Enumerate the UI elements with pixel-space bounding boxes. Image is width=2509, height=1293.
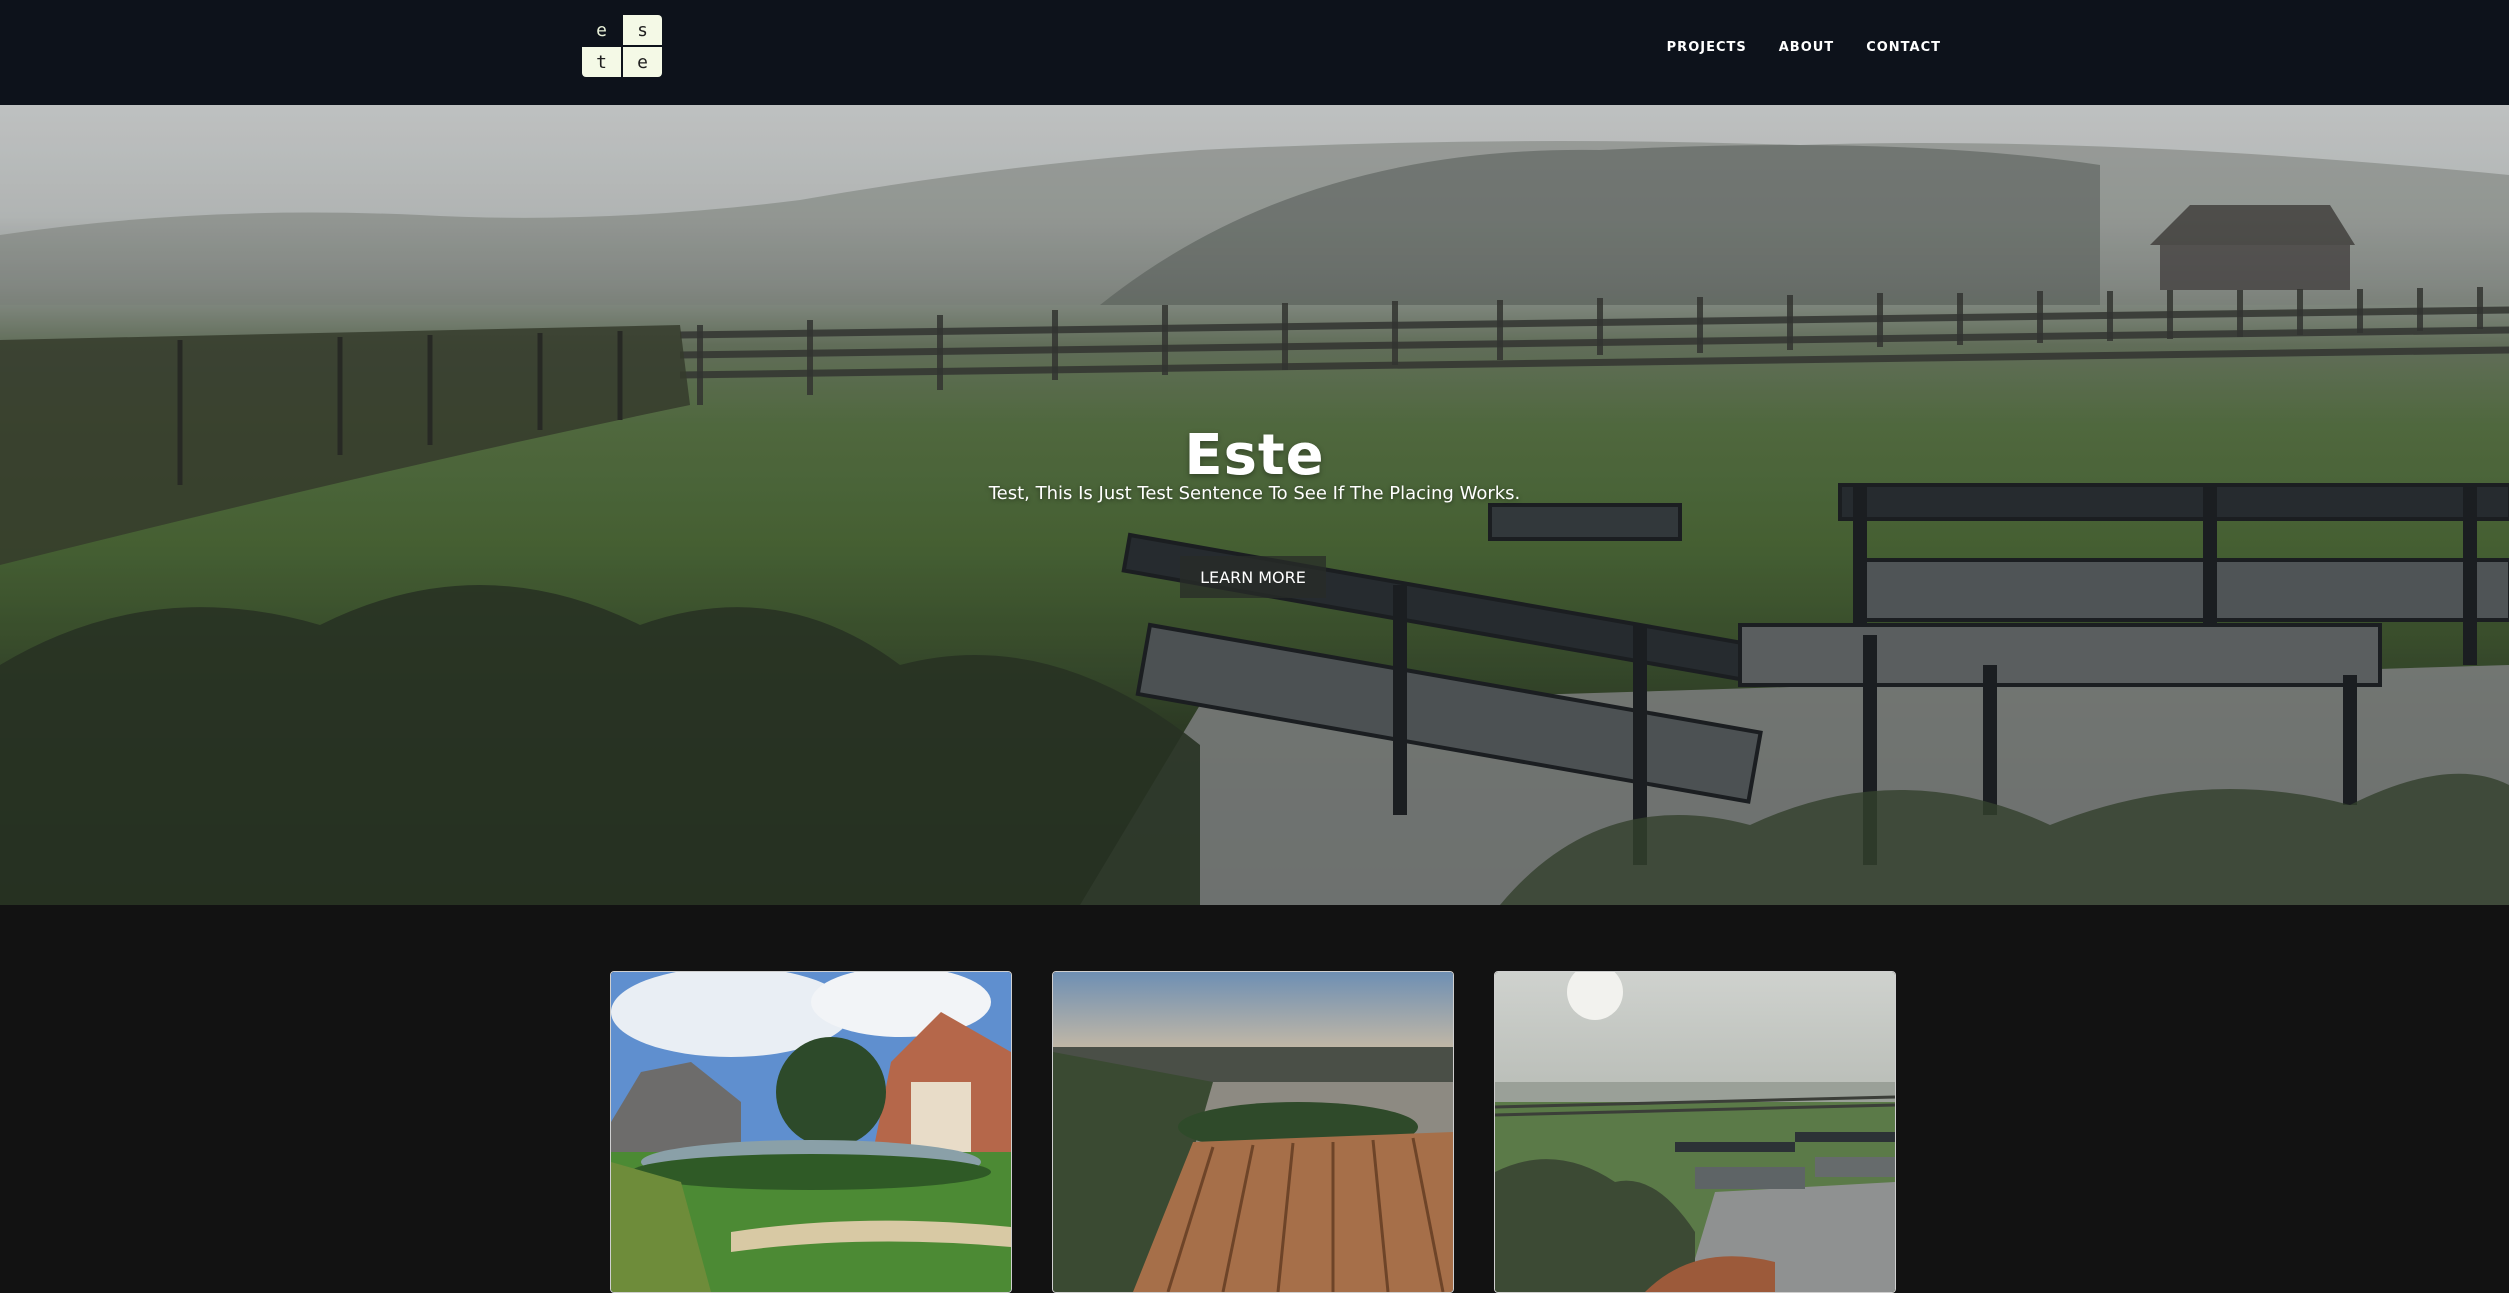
hero-title: Este: [1184, 423, 1325, 488]
logo-letter: s: [623, 15, 662, 45]
hero-content: Este Test, This Is Just Test Sentence To…: [0, 105, 2509, 905]
garden-pond-photo: [611, 972, 1011, 1292]
logo-letter: e: [582, 15, 621, 45]
site-header: e s t e PROJECTS ABOUT CONTACT: [0, 0, 2509, 105]
hero-subtitle: Test, This Is Just Test Sentence To See …: [988, 483, 1521, 504]
project-card[interactable]: [1494, 971, 1896, 1293]
misty-garden-lounge-photo: [1495, 972, 1895, 1292]
site-logo[interactable]: e s t e: [582, 15, 662, 77]
project-card[interactable]: [610, 971, 1012, 1293]
nav-about-link[interactable]: ABOUT: [1779, 40, 1834, 55]
hero-section: Este Test, This Is Just Test Sentence To…: [0, 105, 2509, 905]
wooden-deck-photo: [1053, 972, 1453, 1292]
main-nav: PROJECTS ABOUT CONTACT: [1667, 40, 1941, 55]
learn-more-button[interactable]: LEARN MORE: [1180, 556, 1326, 598]
logo-letter: e: [623, 47, 662, 77]
project-card[interactable]: [1052, 971, 1454, 1293]
logo-letter: t: [582, 47, 621, 77]
nav-contact-link[interactable]: CONTACT: [1866, 40, 1941, 55]
nav-projects-link[interactable]: PROJECTS: [1667, 40, 1747, 55]
